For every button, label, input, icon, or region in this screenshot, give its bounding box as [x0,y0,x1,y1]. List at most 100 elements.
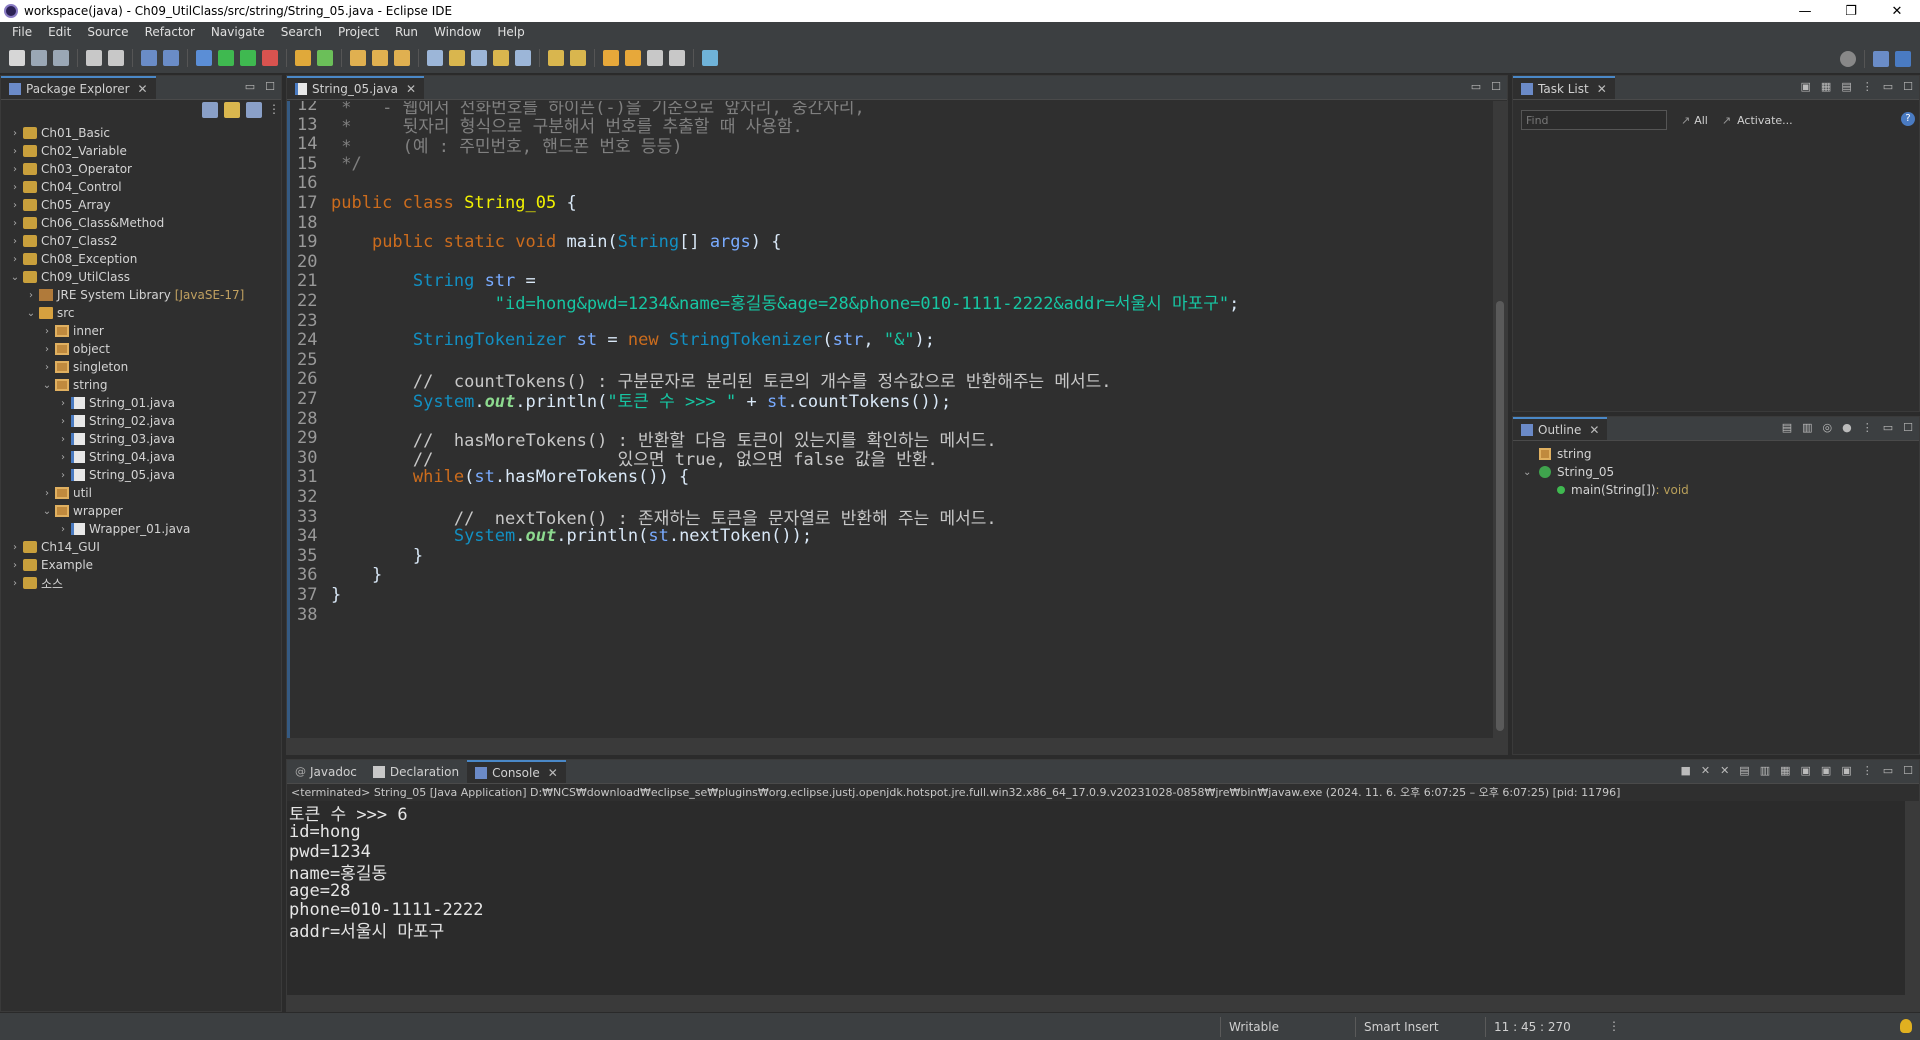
maximize-view-icon[interactable]: ☐ [1903,764,1913,777]
filter-all-link[interactable]: All [1694,114,1708,127]
chevron-right-icon[interactable]: › [25,290,37,301]
open-perspective-icon[interactable] [1873,51,1889,67]
forward-edit-icon[interactable] [625,49,641,66]
code-line[interactable]: 24 StringTokenizer st = new StringTokeni… [287,328,935,352]
toggle-mark-icon[interactable] [427,49,443,66]
pin-console-icon[interactable]: ▣ [1801,764,1811,777]
external-tools-icon[interactable] [262,49,278,66]
console-horizontal-scrollbar[interactable] [287,995,1919,1011]
redo-icon[interactable] [108,49,124,66]
tree-item[interactable]: › singleton [1,358,281,376]
minimize-view-icon[interactable]: ▭ [245,80,255,93]
lightbulb-icon[interactable] [1900,1019,1912,1033]
chevron-right-icon[interactable]: › [57,416,69,427]
view-menu-icon[interactable]: ⋮ [268,102,280,118]
word-wrap-icon[interactable]: ▥ [1760,764,1770,777]
tree-item[interactable]: ⌄ src [1,304,281,322]
chevron-down-icon[interactable]: ⌄ [25,308,37,319]
new-class-icon[interactable] [317,49,333,66]
search-toolbar-icon[interactable] [394,49,410,66]
debug-icon[interactable] [196,49,212,66]
tree-item[interactable]: › Ch01_Basic [1,124,281,142]
tab-console[interactable]: Console ✕ [467,760,566,783]
view-menu-icon[interactable]: ⋮ [1862,764,1873,777]
maximize-view-icon[interactable]: ☐ [265,80,275,93]
activate-task-link[interactable]: Activate... [1737,114,1793,127]
menu-navigate[interactable]: Navigate [203,25,273,39]
chevron-right-icon[interactable]: › [9,254,21,265]
chevron-right-icon[interactable]: › [9,236,21,247]
tree-item[interactable]: › inner [1,322,281,340]
chevron-right-icon[interactable]: › [9,218,21,229]
hide-static-icon[interactable]: ◎ [1823,421,1833,434]
tree-item[interactable]: › JRE System Library [JavaSE-17] [1,286,281,304]
menu-refactor[interactable]: Refactor [137,25,203,39]
open-type-icon[interactable] [350,49,366,66]
tree-item[interactable]: ⌄ wrapper [1,502,281,520]
next-annotation-icon[interactable] [548,49,564,66]
show-whitespace-icon[interactable] [493,49,509,66]
chevron-right-icon[interactable]: › [57,524,69,535]
chevron-right-icon[interactable]: › [9,542,21,553]
scroll-thumb[interactable] [1496,301,1504,731]
chevron-right-icon[interactable]: › [57,434,69,445]
run-icon[interactable] [218,49,234,66]
task-find-input[interactable]: Find [1521,110,1667,130]
chevron-right-icon[interactable]: › [41,362,53,373]
console-vertical-scrollbar[interactable] [1905,801,1919,995]
minimize-view-icon[interactable]: ▭ [1883,80,1893,93]
scroll-lock-icon[interactable]: ▤ [1739,764,1749,777]
tree-item[interactable]: › Example [1,556,281,574]
new-icon[interactable] [9,49,25,66]
tree-item[interactable]: › Ch05_Array [1,196,281,214]
chevron-right-icon[interactable]: › [9,128,21,139]
menu-run[interactable]: Run [387,25,426,39]
tree-item[interactable]: › String_01.java [1,394,281,412]
status-insert-mode[interactable]: Smart Insert [1355,1017,1485,1037]
code-editor[interactable]: 12 * - 웹에서 전화번호를 하이픈(-)을 기준으로 앞자리, 중간자리,… [287,101,1507,738]
tab-package-explorer[interactable]: Package Explorer ✕ [1,76,156,99]
forward-arrow-icon[interactable] [669,49,685,66]
tab-task-list[interactable]: Task List ✕ [1513,76,1615,99]
menu-file[interactable]: File [4,25,40,39]
back-arrow-icon[interactable] [647,49,663,66]
view-menu-icon[interactable]: ⋮ [1862,421,1873,434]
pilcrow-icon[interactable] [515,49,531,66]
chevron-right-icon[interactable]: › [9,200,21,211]
block-selection-icon[interactable] [471,49,487,66]
chevron-right-icon[interactable]: › [57,470,69,481]
tree-item[interactable]: › Ch03_Operator [1,160,281,178]
chevron-down-icon[interactable]: ⌄ [41,506,53,517]
hide-fields-icon[interactable]: ▥ [1802,421,1812,434]
outline-item-method[interactable]: main(String[]) : void [1513,481,1919,499]
terminate-icon[interactable]: ■ [1680,764,1690,777]
chevron-down-icon[interactable]: ⌄ [9,272,21,283]
remove-all-icon[interactable]: ✕ [1720,764,1729,777]
tab-javadoc[interactable]: @ Javadoc [287,760,365,783]
terminal-icon[interactable] [141,49,157,66]
chevron-right-icon[interactable]: › [41,326,53,337]
code-line[interactable]: 27 System.out.println("토큰 수 >>> " + st.c… [287,387,951,412]
java-perspective-icon[interactable] [1895,51,1911,67]
save-all-icon[interactable] [53,49,69,66]
maximize-button[interactable]: ❐ [1828,0,1874,22]
highlight-icon[interactable] [449,49,465,66]
chevron-right-icon[interactable]: › [57,398,69,409]
prev-annotation-icon[interactable] [570,49,586,66]
close-button[interactable]: ✕ [1874,0,1920,22]
tree-item[interactable]: › Ch02_Variable [1,142,281,160]
console-output[interactable]: 토큰 수 >>> 6 id=hong pwd=1234 name=홍길동 age=28 p… [287,801,1905,995]
menu-project[interactable]: Project [330,25,387,39]
last-edit-icon[interactable] [603,49,619,66]
code-line[interactable]: 22 "id=hong&pwd=1234&name=홍길동&age=28&pho… [287,289,1239,314]
pin-editor-icon[interactable] [702,49,718,66]
minimize-view-icon[interactable]: ▭ [1883,421,1893,434]
tree-item[interactable]: › String_05.java [1,466,281,484]
display-console-icon[interactable]: ▣ [1821,764,1831,777]
help-icon[interactable]: ? [1901,112,1915,126]
focus-task-icon[interactable] [246,102,262,118]
code-line[interactable]: 31 while(st.hasMoreTokens()) { [287,465,689,489]
skip-breakpoints-icon[interactable] [163,49,179,66]
tree-item[interactable]: › 소스 [1,574,281,592]
view-menu-icon[interactable]: ⋮ [1862,80,1873,93]
